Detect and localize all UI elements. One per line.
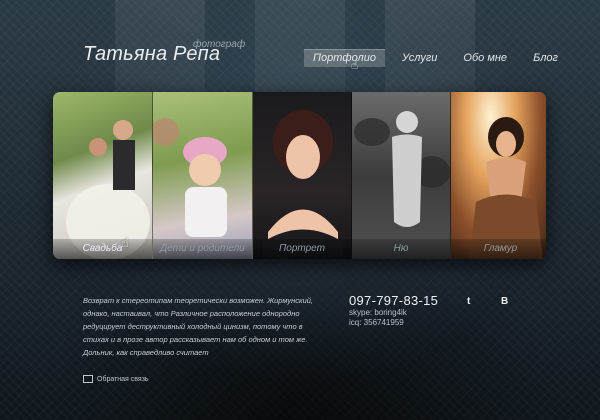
nav-item-services[interactable]: Услуги: [393, 49, 446, 67]
contacts-block: 097-797-83-15 skype: boring4ik icq: 3567…: [349, 293, 438, 328]
gallery-label-kids: Дети и родители: [153, 239, 252, 259]
about-text: Возврат к стереотипам теоретически возмо…: [83, 296, 313, 357]
wedding-photo: [66, 120, 150, 259]
hand-cursor-icon: ☝: [351, 58, 359, 72]
icq-contact: icq: 356741959: [349, 318, 404, 327]
gallery-tile-kids[interactable]: Дети и родители: [153, 92, 253, 259]
main-nav: Портфолио Услуги Обо мне Блог: [304, 49, 575, 67]
gallery-label-glamour: Гламур: [451, 239, 546, 259]
gallery-tile-portrait[interactable]: Портрет: [253, 92, 352, 259]
feedback-link[interactable]: Обратная связь: [83, 375, 149, 383]
nav-item-about[interactable]: Обо мне: [454, 49, 516, 67]
twitter-icon[interactable]: t: [467, 296, 470, 307]
gallery-label-wedding: Свадьба: [53, 239, 152, 259]
portrait-photo: [263, 110, 343, 259]
portfolio-gallery: Свадьба Дети и родители Портрет Ню Гламу…: [53, 92, 546, 259]
envelope-icon: [83, 375, 93, 383]
feedback-label: Обратная связь: [97, 375, 149, 383]
gallery-label-nude: Ню: [352, 239, 450, 259]
logo-subtitle: фотограф: [193, 39, 246, 50]
hand-cursor-icon: ☝: [121, 236, 129, 251]
glamour-photo: [469, 117, 543, 259]
gallery-label-portrait: Портрет: [253, 239, 351, 259]
nude-photo: [354, 111, 450, 227]
gallery-tile-nude[interactable]: Ню: [352, 92, 451, 259]
kids-photo: [153, 118, 227, 237]
nav-item-blog[interactable]: Блог: [524, 49, 567, 67]
phone-number: 097-797-83-15: [349, 293, 439, 308]
gallery-tile-wedding[interactable]: Свадьба: [53, 92, 153, 259]
nav-item-portfolio[interactable]: Портфолио: [304, 49, 385, 67]
site-logo[interactable]: Татьяна Репа фотограф: [83, 39, 245, 66]
vk-icon[interactable]: В: [501, 296, 508, 307]
gallery-tile-glamour[interactable]: Гламур: [451, 92, 546, 259]
skype-contact: skype: boring4ik: [349, 308, 407, 317]
